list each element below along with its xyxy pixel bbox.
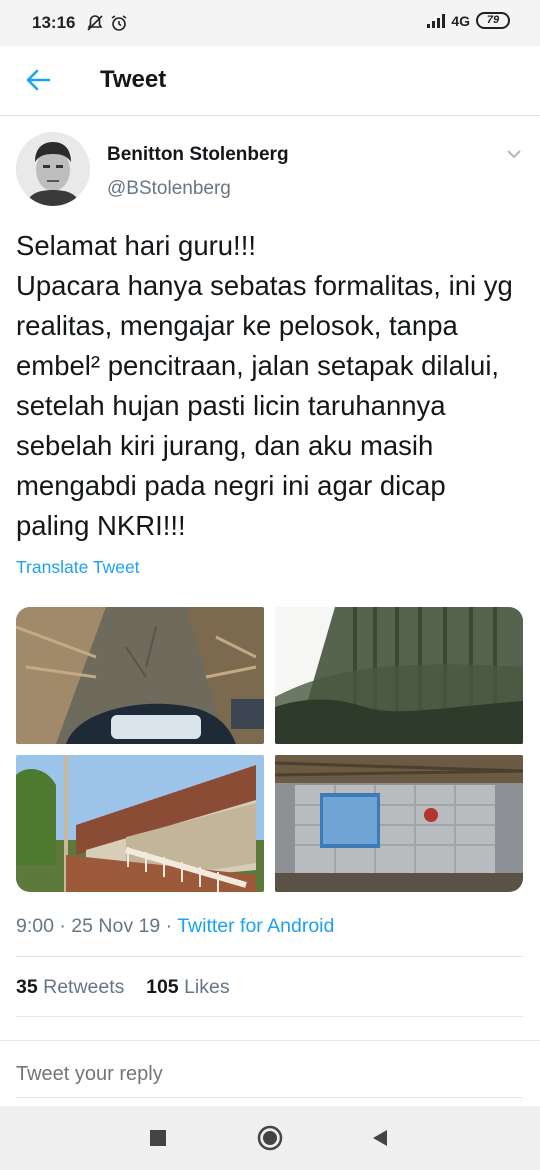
likes-count: 105: [146, 976, 179, 998]
photo-forest[interactable]: [275, 607, 523, 744]
mute-icon: [86, 14, 104, 37]
back-triangle-icon: [373, 1130, 387, 1146]
avatar[interactable]: [16, 132, 90, 206]
tweet-time: 9:00: [16, 915, 54, 937]
back-nav-button[interactable]: [364, 1122, 396, 1154]
signal-icon: [427, 13, 446, 28]
meta-separator: ·: [160, 915, 178, 937]
recents-square-icon: [150, 1130, 166, 1146]
reply-input[interactable]: [16, 1063, 416, 1086]
home-button[interactable]: [254, 1122, 286, 1154]
likes-stat[interactable]: 105 Likes: [146, 976, 230, 998]
author-handle[interactable]: @BStolenberg: [107, 178, 231, 200]
tweet-text: Selamat hari guru!!! Upacara hanya sebat…: [16, 230, 513, 541]
recents-button[interactable]: [142, 1122, 174, 1154]
retweets-count: 35: [16, 976, 38, 998]
retweets-stat[interactable]: 35 Retweets: [16, 976, 124, 998]
back-arrow-icon: [26, 69, 51, 91]
tweet-meta: 9:00 · 25 Nov 19 · Twitter for Android: [16, 915, 334, 938]
status-time: 13:16: [32, 13, 76, 32]
status-bar: 13:16 4G 79: [0, 0, 540, 46]
system-nav-bar: [0, 1106, 540, 1170]
app-header: Tweet: [0, 46, 540, 116]
photo-school[interactable]: [16, 755, 264, 892]
meta-separator: ·: [53, 915, 72, 937]
translate-tweet-link[interactable]: Translate Tweet: [16, 557, 140, 578]
status-indicators: 4G 79: [427, 12, 510, 29]
divider: [16, 1016, 523, 1017]
tweet-date: 25 Nov 19: [71, 915, 161, 937]
tweet-source-link[interactable]: Twitter for Android: [177, 915, 334, 937]
divider: [16, 1097, 523, 1098]
chevron-down-icon: [507, 150, 521, 159]
photo-path[interactable]: [16, 607, 264, 744]
home-circle-icon: [257, 1125, 283, 1151]
divider: [16, 956, 523, 957]
reply-bar: [0, 1040, 540, 1106]
media-grid: [16, 607, 523, 892]
tweet-stats: 35 Retweets 105 Likes: [16, 976, 230, 999]
page-title: Tweet: [100, 66, 167, 93]
more-options-button[interactable]: [504, 146, 524, 162]
author-name[interactable]: Benitton Stolenberg: [107, 144, 289, 166]
alarm-icon: [110, 14, 128, 37]
likes-label: Likes: [184, 976, 230, 998]
retweets-label: Retweets: [43, 976, 125, 998]
back-button[interactable]: [18, 62, 58, 98]
battery-icon: 79: [476, 12, 510, 29]
photo-classroom[interactable]: [275, 755, 523, 892]
network-label: 4G: [451, 12, 470, 29]
